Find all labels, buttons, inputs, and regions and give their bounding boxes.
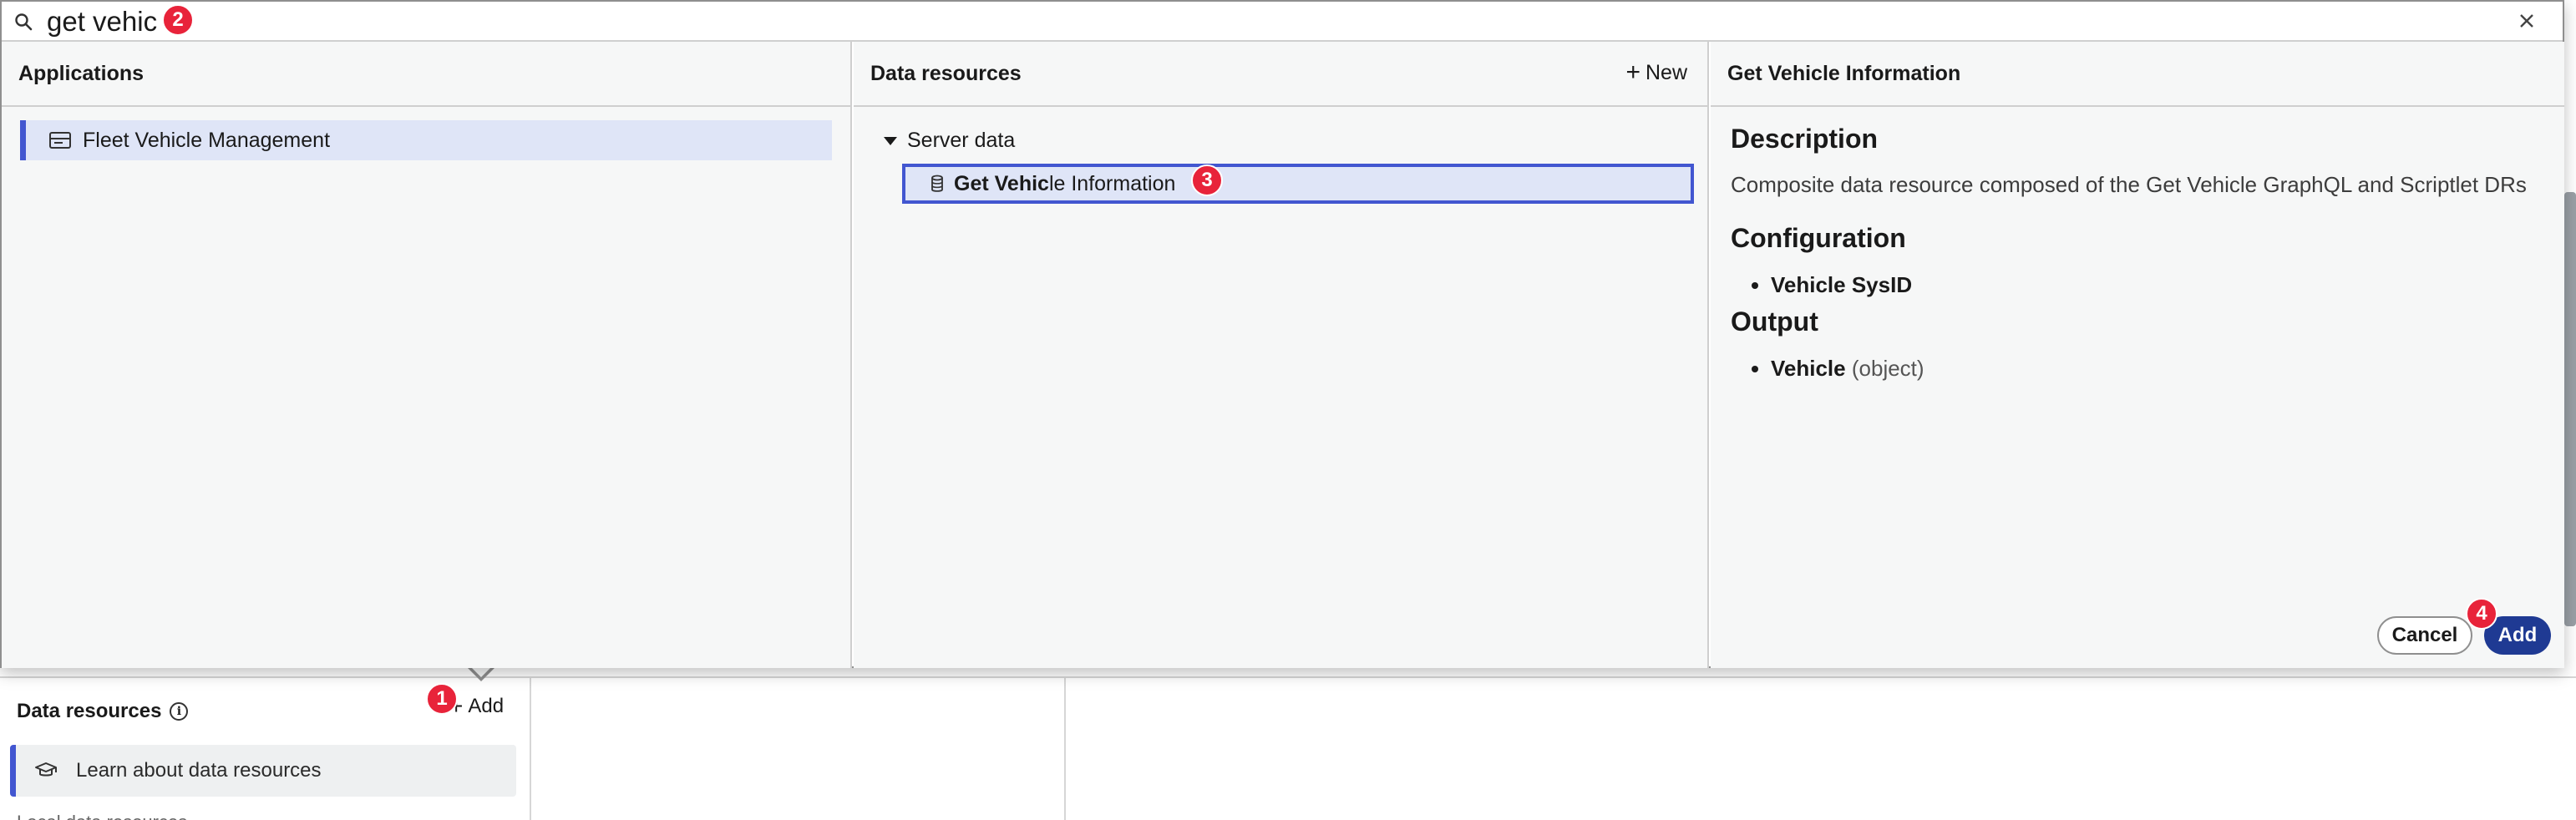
search-match-highlight: Get Vehic: [954, 171, 1049, 195]
description-heading: Description: [1731, 124, 1879, 154]
output-heading: Output: [1731, 306, 1818, 337]
app-window-icon: [49, 132, 71, 149]
cancel-button[interactable]: Cancel: [2377, 616, 2472, 655]
details-pane: Get Vehicle Information Description Comp…: [1711, 42, 2564, 668]
data-resources-pane-title: Data resources: [870, 61, 1022, 85]
details-body: Description Composite data resource comp…: [1711, 107, 2564, 402]
data-resource-picker-popover: get vehic Applications Fleet Vehicle Man…: [0, 0, 2564, 668]
tree-item-label: Get Vehicle Information: [954, 171, 1176, 195]
learn-label: Learn about data resources: [76, 759, 322, 782]
search-bar: get vehic: [2, 2, 2563, 42]
step-badge-2: 2: [162, 4, 194, 36]
output-list: Vehicle (object): [1771, 356, 2544, 382]
configuration-heading: Configuration: [1731, 223, 1906, 253]
search-icon: [15, 13, 33, 31]
info-icon[interactable]: i: [170, 702, 189, 721]
middle-panel: [531, 676, 1066, 820]
list-item: Vehicle (object): [1771, 356, 2544, 382]
configuration-list: Vehicle SysID: [1771, 272, 2544, 298]
data-resources-pane-header: Data resources + New: [854, 42, 1707, 107]
data-resources-header: Data resources i: [17, 700, 189, 723]
application-label: Fleet Vehicle Management: [83, 128, 331, 152]
graduation-cap-icon: [35, 762, 57, 777]
step-badge-1: 1: [426, 683, 458, 715]
applications-header: Applications: [2, 42, 850, 107]
close-icon[interactable]: [2516, 10, 2538, 32]
new-label: New: [1645, 60, 1687, 84]
description-text: Composite data resource composed of the …: [1731, 172, 2527, 197]
data-resources-title: Data resources: [17, 700, 162, 722]
applications-pane: Applications Fleet Vehicle Management: [2, 42, 852, 668]
tree-group-server-data[interactable]: Server data: [884, 129, 1015, 153]
details-header: Get Vehicle Information: [1711, 42, 2564, 107]
tree-item-get-vehicle-information[interactable]: Get Vehicle Information: [902, 164, 1694, 204]
application-item-fleet-vehicle-management[interactable]: Fleet Vehicle Management: [20, 120, 832, 160]
add-label: Add: [468, 695, 505, 717]
tree-group-label: Server data: [907, 129, 1016, 152]
search-input[interactable]: get vehic: [47, 5, 157, 38]
new-data-resource-button[interactable]: + New: [1625, 60, 1687, 85]
scrollbar[interactable]: [2564, 192, 2576, 626]
caret-down-icon[interactable]: [884, 136, 897, 145]
database-icon: [931, 175, 943, 192]
step-badge-3: 3: [1191, 165, 1223, 196]
data-resources-pane: Data resources + New Server data Get Veh…: [854, 42, 1709, 668]
list-item[interactable]: Local data resources: [17, 812, 518, 820]
list-item: Vehicle SysID: [1771, 272, 2544, 298]
learn-about-data-resources-item[interactable]: Learn about data resources: [10, 745, 516, 797]
plus-icon: +: [1625, 58, 1640, 86]
step-badge-4: 4: [2466, 598, 2497, 630]
